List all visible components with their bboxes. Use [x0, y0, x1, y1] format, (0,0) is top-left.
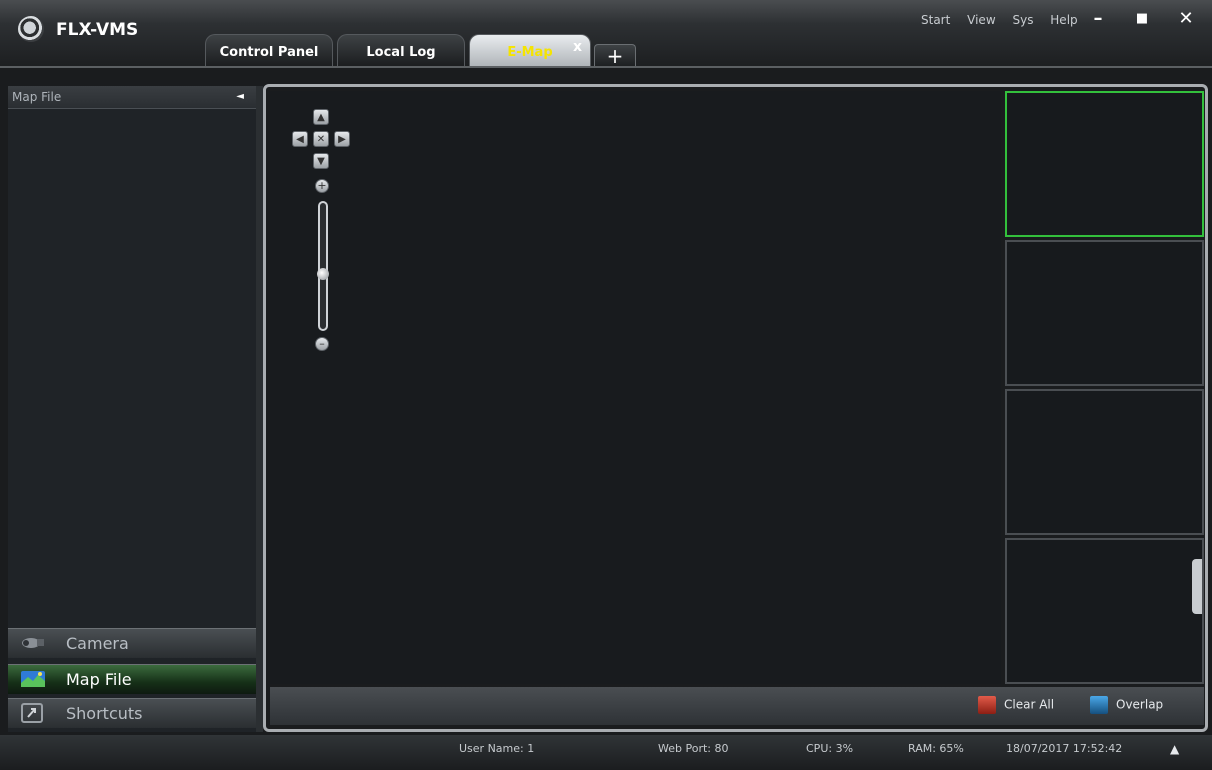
pan-up-button[interactable]: ▲: [313, 109, 329, 125]
zoom-out-button[interactable]: –: [315, 337, 329, 351]
nav-label: Map File: [66, 670, 132, 689]
title-bar: FLX-VMS Control Panel Local Log E-Map x …: [0, 0, 1212, 68]
pan-right-button[interactable]: ▶: [334, 131, 350, 147]
status-user: User Name: 1: [459, 742, 535, 755]
zoom-slider[interactable]: [318, 201, 328, 331]
main-menu: Start View Sys Help: [921, 13, 1091, 27]
pan-left-button[interactable]: ◀: [292, 131, 308, 147]
video-cell[interactable]: [1005, 91, 1204, 237]
left-panel: Map File ◄ Camera Map File Shortcuts: [8, 86, 256, 732]
add-tab-button[interactable]: +: [594, 44, 636, 68]
overlap-icon: [1090, 696, 1108, 714]
clear-icon: [978, 696, 996, 714]
zoom-in-button[interactable]: +: [315, 179, 329, 193]
expand-arrow-icon[interactable]: ▲: [1170, 742, 1179, 756]
panel-splitter[interactable]: [256, 86, 263, 732]
status-bar: User Name: 1 Web Port: 80 CPU: 3% RAM: 6…: [0, 735, 1212, 770]
minimize-button[interactable]: –: [1078, 4, 1118, 36]
status-web-port: Web Port: 80: [658, 742, 729, 755]
camera-icon: [22, 638, 44, 648]
collapse-arrow-icon[interactable]: ◄: [236, 86, 244, 108]
tab-local-log[interactable]: Local Log: [337, 34, 465, 67]
tab-control-panel[interactable]: Control Panel: [205, 34, 333, 67]
app-title: FLX-VMS: [56, 20, 139, 40]
video-cell[interactable]: [1005, 389, 1204, 535]
video-cell[interactable]: [1005, 240, 1204, 386]
tab-label: E-Map: [507, 45, 553, 60]
nav-shortcuts[interactable]: Shortcuts: [8, 698, 256, 728]
menu-help[interactable]: Help: [1050, 13, 1077, 27]
tab-e-map[interactable]: E-Map x: [469, 34, 591, 67]
overlap-label: Overlap: [1116, 697, 1164, 712]
status-ram: RAM: 65%: [908, 742, 964, 755]
nav-label: Camera: [66, 634, 129, 653]
menu-start[interactable]: Start: [921, 13, 950, 27]
video-cells: [1005, 91, 1204, 684]
nav-camera[interactable]: Camera: [8, 628, 256, 658]
overlap-button[interactable]: Overlap: [1090, 696, 1163, 714]
nav-map-file[interactable]: Map File: [8, 664, 256, 694]
panel-title: Map File: [12, 90, 62, 104]
video-cell[interactable]: [1005, 538, 1204, 684]
menu-sys[interactable]: Sys: [1012, 13, 1033, 27]
e-map-area: ▲ ◀ ✕ ▶ ▼ + – Clear All Overlap: [263, 84, 1208, 732]
tab-label: Local Log: [366, 45, 436, 60]
cells-collapse-handle[interactable]: [1192, 559, 1202, 614]
panel-header: Map File ◄: [8, 86, 256, 109]
map-toolbar: Clear All Overlap: [270, 687, 1204, 725]
status-datetime: 18/07/2017 17:52:42: [1006, 742, 1123, 755]
close-button[interactable]: ✕: [1166, 4, 1206, 36]
map-icon: [21, 671, 45, 687]
maximize-button[interactable]: ■: [1122, 4, 1162, 36]
app-logo-icon: [18, 16, 44, 42]
zoom-slider-knob[interactable]: [317, 268, 329, 280]
shortcut-icon: [21, 703, 43, 723]
nav-label: Shortcuts: [66, 704, 143, 723]
clear-all-label: Clear All: [1004, 697, 1055, 712]
clear-all-button[interactable]: Clear All: [978, 696, 1054, 714]
menu-view[interactable]: View: [967, 13, 995, 27]
status-cpu: CPU: 3%: [806, 742, 854, 755]
tab-close-icon[interactable]: x: [573, 29, 582, 65]
pan-down-button[interactable]: ▼: [313, 153, 329, 169]
pan-center-button[interactable]: ✕: [313, 131, 329, 147]
tab-label: Control Panel: [219, 45, 319, 60]
map-canvas[interactable]: ▲ ◀ ✕ ▶ ▼ + –: [270, 91, 1001, 684]
